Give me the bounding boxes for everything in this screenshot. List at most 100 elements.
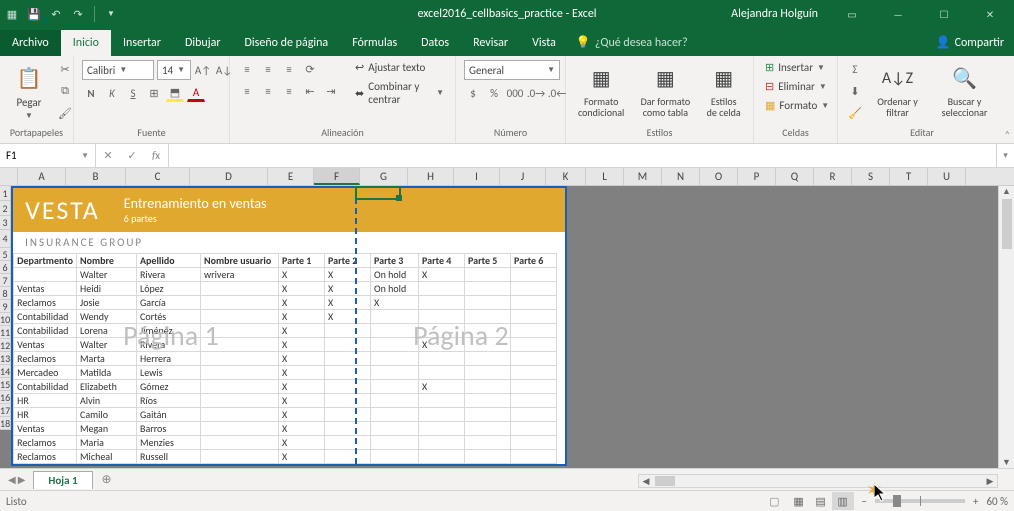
- cell[interactable]: On hold: [371, 282, 419, 296]
- enter-formula-icon[interactable]: ✓: [120, 149, 144, 162]
- redo-icon[interactable]: ↷: [70, 6, 86, 22]
- column-header[interactable]: Q: [776, 168, 814, 185]
- cell[interactable]: [419, 422, 465, 436]
- cell[interactable]: [201, 338, 279, 352]
- cell[interactable]: [419, 408, 465, 422]
- cell[interactable]: Gaitán: [137, 408, 201, 422]
- cell[interactable]: [201, 366, 279, 380]
- column-header[interactable]: O: [700, 168, 738, 185]
- table-row[interactable]: HRAlvinRíosX: [14, 394, 557, 408]
- cell[interactable]: Menzies: [137, 436, 201, 450]
- cell[interactable]: López: [137, 282, 201, 296]
- column-header[interactable]: C: [126, 168, 190, 185]
- column-header[interactable]: M: [624, 168, 662, 185]
- cell[interactable]: X: [325, 282, 371, 296]
- cell[interactable]: [419, 436, 465, 450]
- name-box[interactable]: F1▼: [0, 144, 96, 167]
- cell[interactable]: [325, 394, 371, 408]
- table-header[interactable]: Parte 2: [325, 254, 371, 268]
- cell[interactable]: [14, 268, 77, 282]
- cell[interactable]: X: [279, 408, 325, 422]
- normal-view-icon[interactable]: ▦: [788, 492, 810, 510]
- cell[interactable]: [325, 408, 371, 422]
- cell[interactable]: Heidi: [77, 282, 137, 296]
- cell[interactable]: [465, 324, 511, 338]
- cell[interactable]: [371, 366, 419, 380]
- tab-formulas[interactable]: Fórmulas: [340, 30, 409, 56]
- cell[interactable]: [325, 366, 371, 380]
- cell[interactable]: Mercadeo: [14, 366, 77, 380]
- table-row[interactable]: ContabilidadWendyCortésXX: [14, 310, 557, 324]
- tab-insert[interactable]: Insertar: [111, 30, 173, 56]
- tab-page-layout[interactable]: Diseño de página: [233, 30, 341, 56]
- cell[interactable]: [325, 324, 371, 338]
- cell[interactable]: Rivera: [137, 268, 201, 282]
- comma-icon[interactable]: 000: [506, 84, 524, 102]
- column-header[interactable]: S: [852, 168, 890, 185]
- tab-view[interactable]: Vista: [520, 30, 568, 56]
- paste-button[interactable]: 📋 Pegar ▼: [8, 60, 50, 123]
- cell[interactable]: [511, 422, 557, 436]
- tab-data[interactable]: Datos: [409, 30, 461, 56]
- cell[interactable]: Alvin: [77, 394, 137, 408]
- delete-cells-button[interactable]: ⊟Eliminar▼: [762, 79, 832, 94]
- cell[interactable]: [419, 282, 465, 296]
- cell[interactable]: On hold: [371, 268, 419, 282]
- undo-icon[interactable]: ↶: [48, 6, 64, 22]
- cell[interactable]: [465, 296, 511, 310]
- cell[interactable]: Jiménez: [137, 324, 201, 338]
- sort-filter-button[interactable]: A↓ZOrdenar y filtrar: [870, 60, 925, 120]
- align-top-icon[interactable]: ≡: [238, 60, 256, 78]
- table-row[interactable]: ReclamosMariaMenziesX: [14, 436, 557, 450]
- cell[interactable]: [465, 408, 511, 422]
- cell[interactable]: [419, 324, 465, 338]
- align-left-icon[interactable]: ≡: [238, 82, 256, 100]
- font-size-combo[interactable]: 14▼: [157, 60, 191, 80]
- tab-draw[interactable]: Dibujar: [173, 30, 233, 56]
- table-row[interactable]: ContabilidadLorenaJiménezX: [14, 324, 557, 338]
- cell[interactable]: Cortés: [137, 310, 201, 324]
- maximize-icon[interactable]: ☐: [924, 0, 964, 28]
- column-header[interactable]: N: [662, 168, 700, 185]
- cell[interactable]: [201, 450, 279, 464]
- merge-center-button[interactable]: ⬌Combinar y centrar▼: [352, 79, 447, 107]
- increase-decimal-icon[interactable]: .0→: [527, 84, 545, 102]
- cell[interactable]: Walter: [77, 268, 137, 282]
- cell[interactable]: X: [279, 450, 325, 464]
- cell[interactable]: [511, 338, 557, 352]
- cell[interactable]: [511, 436, 557, 450]
- percent-icon[interactable]: %: [485, 84, 503, 102]
- cell[interactable]: Reclamos: [14, 352, 77, 366]
- table-row[interactable]: HRCamiloGaitánX: [14, 408, 557, 422]
- tell-me-search[interactable]: 💡 ¿Qué desea hacer?: [568, 29, 696, 56]
- row-header[interactable]: 11: [0, 326, 11, 339]
- cell[interactable]: [201, 436, 279, 450]
- expand-formula-bar-icon[interactable]: ▾: [996, 144, 1014, 167]
- cell[interactable]: [511, 310, 557, 324]
- cell[interactable]: X: [325, 310, 371, 324]
- column-header[interactable]: H: [408, 168, 454, 185]
- cell[interactable]: [201, 408, 279, 422]
- cell[interactable]: X: [279, 324, 325, 338]
- row-header[interactable]: 14: [0, 365, 11, 378]
- cell[interactable]: Walter: [77, 338, 137, 352]
- clear-icon[interactable]: 🧹: [846, 104, 864, 122]
- cell[interactable]: [201, 380, 279, 394]
- cell[interactable]: [371, 324, 419, 338]
- table-header[interactable]: Departmento: [14, 254, 77, 268]
- row-header[interactable]: 5: [0, 248, 11, 261]
- cell[interactable]: [511, 352, 557, 366]
- cell[interactable]: X: [279, 380, 325, 394]
- table-row[interactable]: WalterRiverawriveraXXOn holdX: [14, 268, 557, 282]
- minimize-icon[interactable]: —: [878, 0, 918, 28]
- insert-function-icon[interactable]: fx: [144, 149, 168, 162]
- row-header[interactable]: 7: [0, 274, 11, 287]
- cell[interactable]: Megan: [77, 422, 137, 436]
- table-header[interactable]: Nombre: [77, 254, 137, 268]
- cell[interactable]: [371, 338, 419, 352]
- cell[interactable]: [201, 324, 279, 338]
- row-header[interactable]: 13: [0, 352, 11, 365]
- cell[interactable]: [511, 408, 557, 422]
- cell[interactable]: X: [279, 310, 325, 324]
- table-header[interactable]: Apellido: [137, 254, 201, 268]
